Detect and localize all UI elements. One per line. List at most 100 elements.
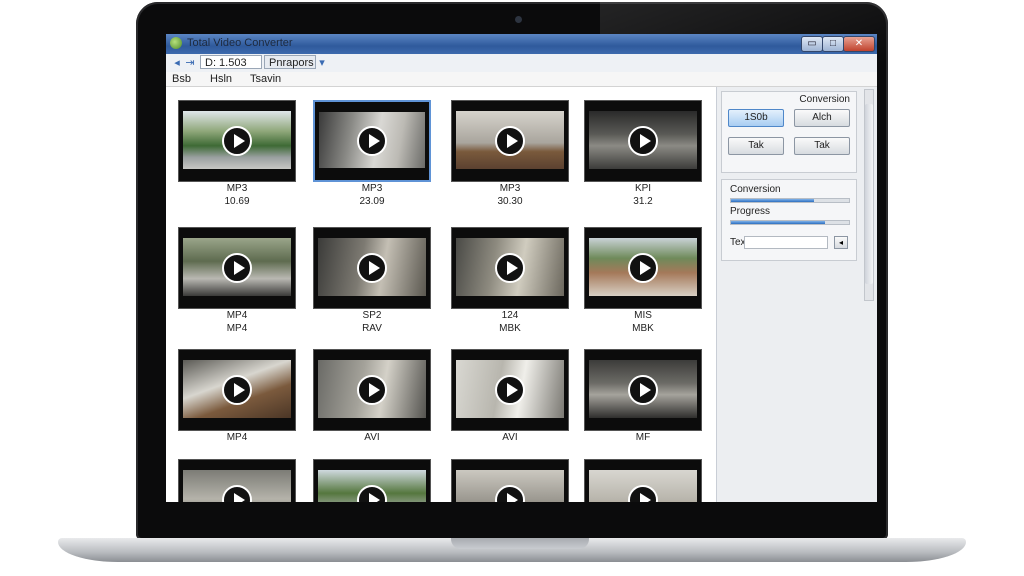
dropdown-icon[interactable]: ▾ [316,57,328,69]
file-item[interactable] [451,459,569,502]
menu-item-main[interactable]: Hsln [210,72,232,86]
file-format: MP3 [361,183,383,194]
drive-field[interactable]: D: 1.503 [200,55,262,69]
video-thumbnail[interactable] [313,349,431,431]
toolbar: ◂ ⇥ D: 1.503 Pnrapors ▾ [166,54,877,73]
file-format: AVI [502,432,518,443]
video-thumbnail[interactable] [313,227,431,309]
video-thumbnail[interactable] [451,227,569,309]
app-logo-icon [170,37,182,49]
file-format: 124 [501,310,519,321]
file-item[interactable] [313,459,431,502]
option-button-3[interactable]: Tak [728,137,784,155]
presets-field[interactable]: Pnrapors [264,55,316,69]
title-bar: Total Video Converter ▭ □ ✕ [166,34,877,54]
back-icon[interactable]: ◂ [171,57,183,69]
file-item[interactable]: MP4 [178,349,296,444]
file-detail: 23.09 [359,196,385,207]
play-icon[interactable] [357,375,387,405]
play-icon[interactable] [628,375,658,405]
video-thumbnail[interactable] [313,459,431,502]
video-thumbnail[interactable] [178,459,296,502]
file-item[interactable]: MP4 MP4 [178,227,296,335]
file-item[interactable] [178,459,296,502]
file-format: MP4 [226,432,248,443]
progress-fill [731,221,826,224]
progress-bar [730,220,850,225]
file-detail: RAV [362,323,382,334]
play-icon[interactable] [495,375,525,405]
progress-label: Progress [730,206,771,217]
video-thumbnail[interactable] [178,349,296,431]
scrollbar-thumb[interactable] [865,104,873,284]
play-icon[interactable] [222,126,252,156]
file-item[interactable]: MP3 23.09 [313,100,431,208]
play-icon[interactable] [495,253,525,283]
file-format: KPI [634,183,652,194]
video-thumbnail[interactable] [178,227,296,309]
file-detail: 31.2 [633,196,653,207]
file-detail: MBK [632,323,654,334]
conversion-box: Conversion 1S0b Alch Tak Tak [721,91,857,173]
file-format: MP3 [499,183,521,194]
video-thumbnail[interactable] [451,349,569,431]
file-item[interactable]: MP3 10.69 [178,100,296,208]
play-icon[interactable] [357,126,387,156]
video-thumbnail[interactable] [451,459,569,502]
file-item[interactable]: AVI [313,349,431,444]
conversion-label: Conversion [730,184,781,195]
file-format: MIS [634,310,652,321]
option-button-1[interactable]: 1S0b [728,109,784,127]
browse-button[interactable]: ◂ [834,236,848,249]
video-thumbnail[interactable] [451,100,569,182]
play-icon[interactable] [628,126,658,156]
scrollbar[interactable] [864,89,874,301]
maximize-button[interactable]: □ [822,36,844,52]
file-item[interactable]: 124 MBK [451,227,569,335]
file-format: AVI [364,432,380,443]
conversion-title: Conversion [799,94,850,105]
menu-item-tools[interactable]: Tsavin [250,72,281,86]
output-path-input[interactable] [744,236,828,249]
video-thumbnail[interactable] [584,459,702,502]
file-format: SP2 [362,310,382,321]
video-thumbnail[interactable] [584,100,702,182]
app-window: Total Video Converter ▭ □ ✕ ◂ ⇥ D: 1.503… [166,34,877,502]
video-thumbnail[interactable] [584,349,702,431]
file-grid: MP3 10.69 MP3 23.09 MP3 30.30 KPI 31.2 M… [166,87,716,502]
play-icon[interactable] [628,253,658,283]
play-icon[interactable] [222,375,252,405]
file-detail: MP4 [226,323,248,334]
video-thumbnail[interactable] [178,100,296,182]
file-item[interactable]: AVI [451,349,569,444]
window-title: Total Video Converter [187,37,293,49]
file-item[interactable]: MP3 30.30 [451,100,569,208]
file-item[interactable] [584,459,702,502]
file-item[interactable]: KPI 31.2 [584,100,702,208]
progress-box: Conversion Progress Tex ◂ [721,179,857,261]
play-icon[interactable] [495,126,525,156]
file-item[interactable]: MIS MBK [584,227,702,335]
play-icon[interactable] [222,253,252,283]
laptop-notch [451,538,589,549]
file-format: MF [635,432,651,443]
close-button[interactable]: ✕ [843,36,875,52]
conversion-progress-fill [731,199,814,202]
menu-bar: Bsb Hsln Tsavin [166,72,877,87]
arrow-icon[interactable]: ⇥ [184,57,196,69]
file-format: MP4 [226,310,248,321]
play-icon[interactable] [357,253,387,283]
file-detail: MBK [499,323,521,334]
option-button-2[interactable]: Alch [794,109,850,127]
file-format: MP3 [226,183,248,194]
file-detail: 10.69 [224,196,250,207]
menu-item-file[interactable]: Bsb [172,72,191,86]
file-item[interactable]: MF [584,349,702,444]
file-item[interactable]: SP2 RAV [313,227,431,335]
video-thumbnail[interactable] [584,227,702,309]
video-thumbnail[interactable] [313,100,431,182]
conversion-panel: Conversion 1S0b Alch Tak Tak Conversion … [716,87,877,502]
minimize-button[interactable]: ▭ [801,36,823,52]
webcam [515,16,522,23]
option-button-4[interactable]: Tak [794,137,850,155]
